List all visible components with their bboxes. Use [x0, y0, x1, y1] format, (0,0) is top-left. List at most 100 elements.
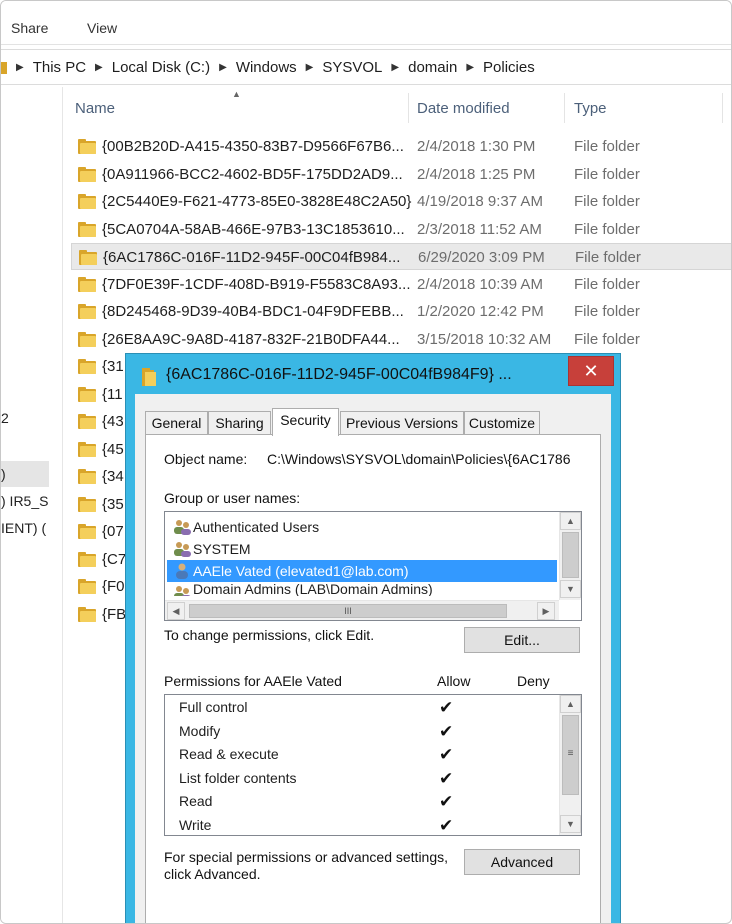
sort-ascending-icon: ▲ [232, 89, 241, 99]
file-name: {0A911966-BCC2-4602-BD5F-175DD2AD9... [102, 165, 403, 183]
list-item-selected[interactable]: AAEle Vated (elevated1@lab.com) [167, 560, 557, 582]
scroll-down-button[interactable]: ▼ [560, 815, 581, 833]
scroll-thumb[interactable] [562, 532, 579, 578]
file-date: 3/15/2018 10:32 AM [417, 330, 552, 348]
scroll-thumb[interactable]: III [189, 604, 507, 618]
horizontal-scrollbar[interactable]: ◀ III ▶ [165, 600, 559, 620]
vertical-scrollbar[interactable]: ▲ ▼ [559, 512, 581, 600]
column-divider[interactable] [722, 93, 723, 123]
file-type: File folder [574, 330, 640, 348]
breadcrumb-local-disk[interactable]: Local Disk (C:) [112, 59, 210, 76]
column-header-name[interactable]: Name [75, 100, 115, 134]
column-header-date[interactable]: Date modified [417, 100, 510, 134]
tab-customize[interactable]: Customize [464, 411, 540, 435]
edit-button[interactable]: Edit... [464, 627, 580, 653]
allow-check-icon: ✔ [439, 745, 454, 764]
list-item[interactable]: SYSTEM [167, 538, 557, 560]
folder-icon [78, 304, 96, 319]
nav-item[interactable]: IENT) ( [1, 520, 46, 536]
file-name: {8D245468-9D39-40B4-BDC1-04F9DFEBB... [102, 303, 404, 320]
column-divider[interactable] [564, 93, 565, 123]
folder-icon [78, 414, 96, 429]
table-row[interactable]: {00B2B20D-A415-4350-83B7-D9566F67B6... 2/… [71, 133, 731, 160]
list-item[interactable]: Authenticated Users [167, 516, 557, 538]
scroll-right-button[interactable]: ▶ [537, 602, 555, 620]
folder-icon [79, 250, 97, 265]
permissions-list[interactable]: Full control ✔ Modify ✔ Read & execute ✔ List … [164, 694, 582, 836]
folder-icon [78, 194, 96, 209]
nav-item[interactable]: ) IR5_S [1, 493, 48, 509]
chevron-right-icon[interactable]: ▶ [466, 62, 474, 73]
vertical-scrollbar[interactable]: ▲ ≡ ▼ [559, 695, 581, 835]
nav-selection [1, 461, 49, 487]
tab-sharing[interactable]: Sharing [208, 411, 271, 435]
file-name: {F0 [102, 578, 125, 595]
chevron-right-icon[interactable]: ▶ [219, 62, 227, 73]
permission-name: Write [179, 816, 212, 833]
table-row[interactable]: {6AC1786C-016F-11D2-945F-00C04fB984... 6/… [71, 243, 731, 270]
tab-general[interactable]: General [145, 411, 208, 435]
scroll-down-button[interactable]: ▼ [560, 580, 581, 598]
file-date: 1/2/2020 12:42 PM [417, 303, 544, 320]
chevron-right-icon: ▶ [16, 62, 24, 73]
file-name: {43 [102, 413, 124, 430]
table-row[interactable]: {2C5440E9-F621-4773-85E0-3828E48C2A50} 4/… [71, 188, 731, 215]
group-label: Group or user names: [164, 490, 301, 506]
chevron-right-icon[interactable]: ▶ [95, 62, 103, 73]
permission-name: Modify [179, 722, 221, 739]
chevron-right-icon[interactable]: ▶ [306, 62, 314, 73]
table-row[interactable]: {8D245468-9D39-40B4-BDC1-04F9DFEBB... 1/2… [71, 298, 731, 325]
folder-icon [78, 469, 96, 484]
folder-icon [1, 61, 7, 74]
file-type: File folder [574, 193, 640, 210]
table-row[interactable]: {5CA0704A-58AB-466E-97B3-13C1853610... 2/… [71, 216, 731, 243]
column-header-type[interactable]: Type [574, 100, 607, 134]
file-date: 2/4/2018 10:39 AM [417, 275, 543, 293]
permissions-label: Permissions for AAEle Vated [164, 673, 342, 689]
file-name: {45 [102, 440, 124, 458]
permission-name: Read [179, 793, 213, 809]
tab-security[interactable]: Security [272, 408, 339, 436]
scroll-left-button[interactable]: ◀ [167, 602, 185, 620]
object-name-label: Object name: [164, 451, 248, 467]
close-button[interactable]: ✕ [568, 356, 614, 386]
folder-icon [78, 579, 96, 594]
allow-column-label: Allow [437, 673, 471, 689]
file-date: 6/29/2020 3:09 PM [418, 249, 545, 266]
address-bar[interactable]: ▶ This PC ▶ Local Disk (C:) ▶ Windows ▶ … [1, 49, 731, 85]
allow-check-icon: ✔ [439, 792, 454, 811]
permission-name: Full control [179, 699, 248, 715]
table-row[interactable]: {0A911966-BCC2-4602-BD5F-175DD2AD9... 2/4… [71, 161, 731, 188]
column-divider[interactable] [408, 93, 409, 123]
folder-icon [78, 276, 96, 292]
scroll-thumb[interactable]: ≡ [562, 715, 579, 795]
folder-icon [78, 551, 96, 567]
file-type: File folder [574, 220, 640, 238]
breadcrumb-sysvol[interactable]: SYSVOL [322, 59, 382, 76]
table-row[interactable]: {7DF0E39F-1CDF-408D-B919-F5583C8A93... 2/… [71, 271, 731, 298]
tab-previous-versions[interactable]: Previous Versions [340, 411, 464, 435]
breadcrumb-policies[interactable]: Policies [483, 59, 535, 76]
navigation-pane[interactable]: 2 ) ) IR5_S IENT) ( [1, 87, 63, 923]
explorer-window: Share View ▶ This PC ▶ Local Disk (C:) ▶… [0, 0, 732, 924]
breadcrumb-domain[interactable]: domain [408, 59, 457, 76]
folder-icon [78, 331, 96, 347]
list-item[interactable]: Domain Admins (LAB\Domain Admins) [167, 582, 557, 596]
file-name: {00B2B20D-A415-4350-83B7-D9566F67B6... [102, 138, 404, 155]
folder-icon [78, 166, 96, 182]
nav-item[interactable]: 2 [1, 410, 9, 426]
nav-item[interactable]: ) [1, 466, 6, 482]
ribbon-tab-view[interactable]: View [87, 20, 117, 36]
chevron-right-icon[interactable]: ▶ [391, 62, 399, 73]
scroll-up-button[interactable]: ▲ [560, 512, 581, 530]
scroll-up-button[interactable]: ▲ [560, 695, 581, 713]
breadcrumb-this-pc[interactable]: This PC [33, 59, 86, 76]
file-name: {6AC1786C-016F-11D2-945F-00C04fB984... [103, 249, 401, 266]
user-list[interactable]: Authenticated Users SYSTEM AAEle Vated (… [164, 511, 582, 621]
table-row[interactable]: {26E8AA9C-9A8D-4187-832F-21B0DFA44... 3/1… [71, 326, 731, 353]
ribbon-tab-share[interactable]: Share [11, 20, 48, 36]
file-name: {FB [102, 605, 127, 623]
permission-row: Full control [179, 699, 247, 722]
advanced-button[interactable]: Advanced [464, 849, 580, 875]
breadcrumb-windows[interactable]: Windows [236, 59, 297, 76]
